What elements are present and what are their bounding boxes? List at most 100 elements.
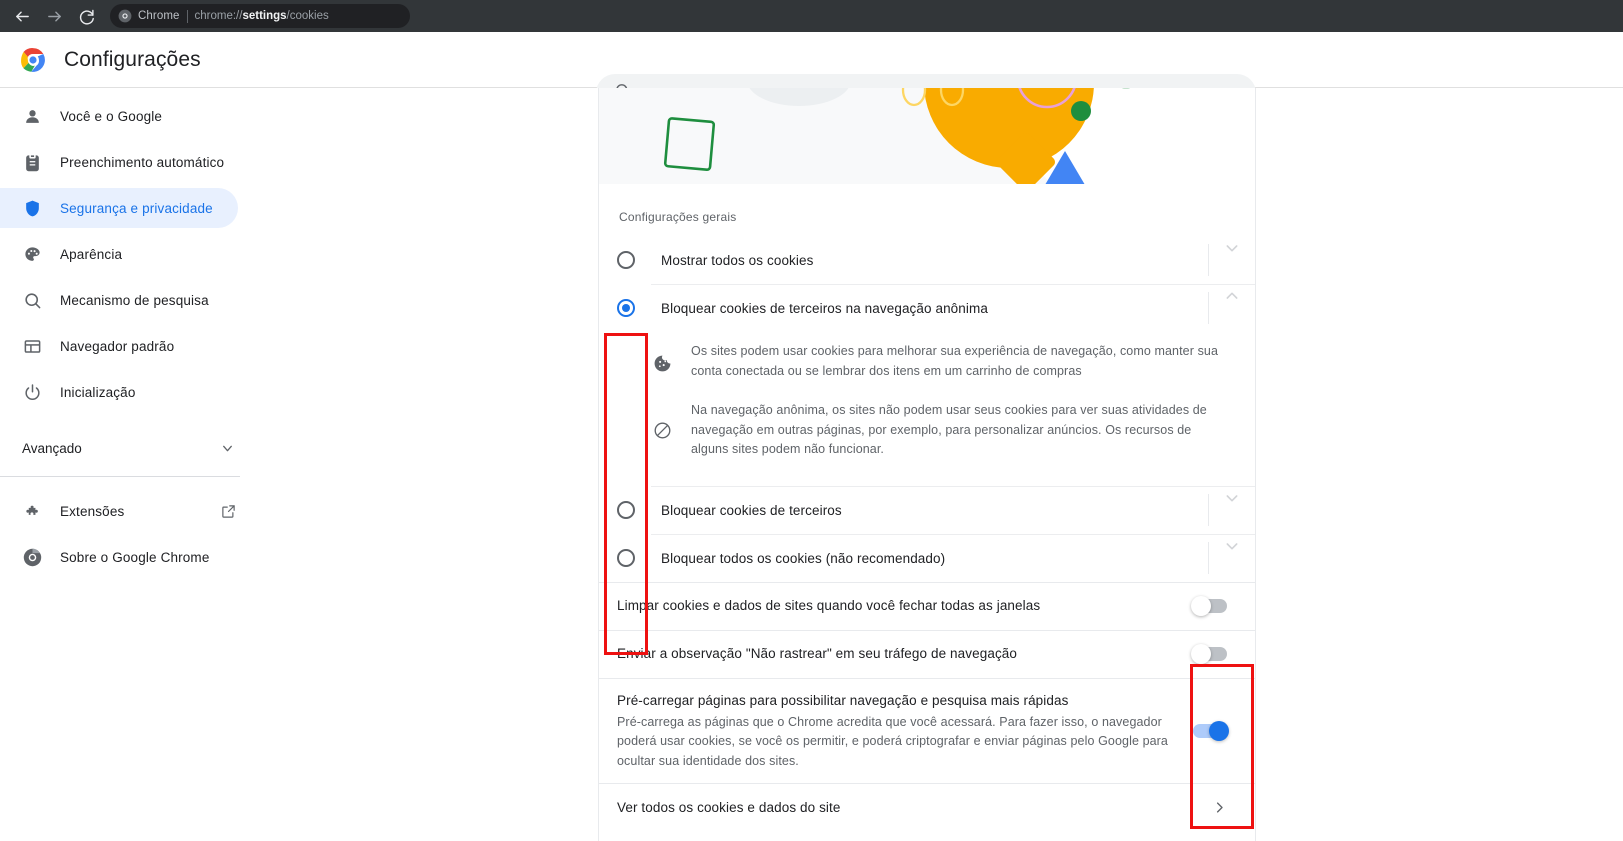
sidebar-item-label: Você e o Google — [60, 108, 163, 124]
forward-button[interactable] — [40, 2, 68, 30]
cookies-settings-card: Configurações gerais Mostrar todos os co… — [598, 88, 1256, 841]
radio-option-block-third-party-incognito[interactable]: Bloquear cookies de terceiros na navegaç… — [599, 284, 1255, 332]
sidebar-item-about-chrome[interactable]: Sobre o Google Chrome — [0, 537, 280, 577]
detail-item-cookies: Os sites podem usar cookies para melhora… — [653, 332, 1235, 391]
address-bar[interactable]: Chrome chrome://settings/cookies — [110, 4, 410, 28]
sidebar-item-startup[interactable]: Inicialização — [0, 372, 280, 412]
toggle-title: Limpar cookies e dados de sites quando v… — [617, 598, 1041, 613]
omnibox-chip-label: Chrome — [138, 10, 180, 22]
toggle-switch-on[interactable] — [1193, 720, 1229, 741]
sidebar-item-label: Sobre o Google Chrome — [60, 549, 210, 565]
toggle-knob — [1191, 644, 1211, 664]
radio-option-show-all-cookies[interactable]: Mostrar todos os cookies — [599, 236, 1255, 284]
url-path: /cookies — [286, 10, 329, 22]
settings-header: Configurações — [0, 32, 1623, 112]
reload-icon — [78, 8, 95, 25]
link-row-see-all-cookies[interactable]: Ver todos os cookies e dados do site — [599, 783, 1255, 831]
cookies-hero-illustration — [599, 88, 1255, 184]
toggle-row-clear-cookies-on-close[interactable]: Limpar cookies e dados de sites quando v… — [599, 581, 1255, 630]
chrome-logo-icon — [22, 547, 42, 567]
sidebar-item-search-engine[interactable]: Mecanismo de pesquisa — [0, 280, 280, 320]
chrome-logo-icon — [21, 47, 45, 72]
sidebar-item-label: Extensões — [60, 503, 125, 519]
page-title: Configurações — [64, 47, 201, 71]
toggle-row-do-not-track[interactable]: Enviar a observação "Não rastrear" em se… — [599, 629, 1255, 678]
power-icon — [22, 382, 42, 402]
settings-sidebar: Você e o Google Preenchimento automático… — [0, 88, 280, 841]
radio-button-selected[interactable] — [617, 299, 635, 317]
hero-graphics — [663, 88, 1255, 184]
sidebar-divider — [0, 476, 240, 477]
expand-button[interactable] — [1209, 236, 1255, 256]
radio-option-label: Bloquear cookies de terceiros na navegaç… — [661, 301, 988, 316]
toggle-text: Limpar cookies e dados de sites quando v… — [617, 596, 1193, 616]
search-icon — [22, 290, 42, 310]
browser-window-icon — [22, 336, 42, 356]
radio-option-label: Bloquear todos os cookies (não recomenda… — [661, 550, 946, 566]
clipboard-icon — [22, 152, 42, 172]
sidebar-item-label: Navegador padrão — [60, 338, 175, 354]
toggle-switch-off[interactable] — [1191, 644, 1227, 664]
sidebar-advanced-label: Avançado — [22, 440, 82, 456]
toggle-text: Enviar a observação "Não rastrear" em se… — [617, 644, 1193, 664]
radio-option-block-all-cookies[interactable]: Bloquear todos os cookies (não recomenda… — [599, 533, 1255, 582]
person-icon — [22, 106, 42, 126]
toggle-title: Enviar a observação "Não rastrear" em se… — [617, 646, 1018, 661]
settings-brand: Configurações — [0, 47, 201, 73]
toggle-switch-off[interactable] — [1191, 596, 1227, 616]
chevron-right-icon — [1212, 800, 1227, 815]
url-host: settings — [242, 10, 287, 22]
back-button[interactable] — [8, 2, 36, 30]
detail-item-incognito-block: Na navegação anônima, os sites não podem… — [653, 391, 1235, 470]
radio-option-details: Os sites podem usar cookies para melhora… — [599, 332, 1255, 486]
sidebar-item-autofill[interactable]: Preenchimento automático — [0, 142, 280, 182]
radio-option-label: Mostrar todos os cookies — [661, 253, 814, 268]
collapse-button[interactable] — [1209, 284, 1255, 304]
sidebar-item-appearance[interactable]: Aparência — [0, 234, 280, 274]
detail-text: Os sites podem usar cookies para melhora… — [691, 344, 1219, 378]
back-arrow-icon — [14, 8, 31, 25]
toggle-subtitle: Pré-carrega as páginas que o Chrome acre… — [617, 714, 1168, 768]
expand-button[interactable] — [1209, 486, 1255, 506]
toggle-knob — [1209, 720, 1229, 741]
radio-button[interactable] — [617, 548, 635, 567]
sidebar-item-label: Preenchimento automático — [60, 154, 225, 170]
shield-icon — [22, 198, 42, 218]
chevron-down-icon — [1224, 490, 1240, 506]
radio-option-label: Bloquear cookies de terceiros — [661, 502, 842, 518]
omnibox-divider — [186, 9, 188, 23]
cookie-icon — [653, 354, 673, 374]
sidebar-item-label: Aparência — [60, 246, 123, 262]
radio-button[interactable] — [617, 251, 635, 269]
settings-body: Você e o Google Preenchimento automático… — [0, 88, 1623, 841]
block-icon — [653, 421, 673, 441]
browser-toolbar: Chrome chrome://settings/cookies — [0, 0, 1623, 32]
chevron-down-icon — [221, 442, 234, 455]
radio-option-block-third-party[interactable]: Bloquear cookies de terceiros — [599, 485, 1255, 534]
link-row-label: Ver todos os cookies e dados do site — [617, 800, 841, 815]
omnibox-url: chrome://settings/cookies — [195, 10, 329, 22]
puzzle-icon — [22, 501, 42, 521]
palette-icon — [22, 244, 42, 264]
toggle-knob — [1191, 596, 1211, 616]
sidebar-item-security-privacy[interactable]: Segurança e privacidade — [0, 188, 238, 228]
expand-button[interactable] — [1209, 534, 1255, 554]
omnibox-chrome-chip: Chrome — [118, 9, 180, 23]
forward-arrow-icon — [46, 8, 63, 25]
external-link-icon[interactable] — [221, 504, 236, 519]
sidebar-advanced-toggle[interactable]: Avançado — [0, 428, 280, 468]
section-title: Configurações gerais — [619, 210, 737, 224]
sidebar-item-label: Mecanismo de pesquisa — [60, 292, 209, 308]
chrome-icon — [118, 9, 132, 23]
radio-button[interactable] — [617, 500, 635, 519]
sidebar-item-default-browser[interactable]: Navegador padrão — [0, 326, 280, 366]
url-scheme: chrome:// — [194, 10, 243, 22]
sidebar-item-extensions[interactable]: Extensões — [0, 491, 280, 531]
reload-button[interactable] — [72, 2, 100, 30]
sidebar-item-label: Inicialização — [60, 384, 136, 400]
sidebar-item-you-and-google[interactable]: Você e o Google — [0, 96, 280, 136]
toggle-row-preload-pages[interactable]: Pré-carregar páginas para possibilitar n… — [599, 677, 1255, 784]
chevron-up-icon — [1224, 288, 1240, 304]
chevron-down-icon — [1224, 240, 1240, 256]
chevron-down-icon — [1224, 538, 1240, 554]
